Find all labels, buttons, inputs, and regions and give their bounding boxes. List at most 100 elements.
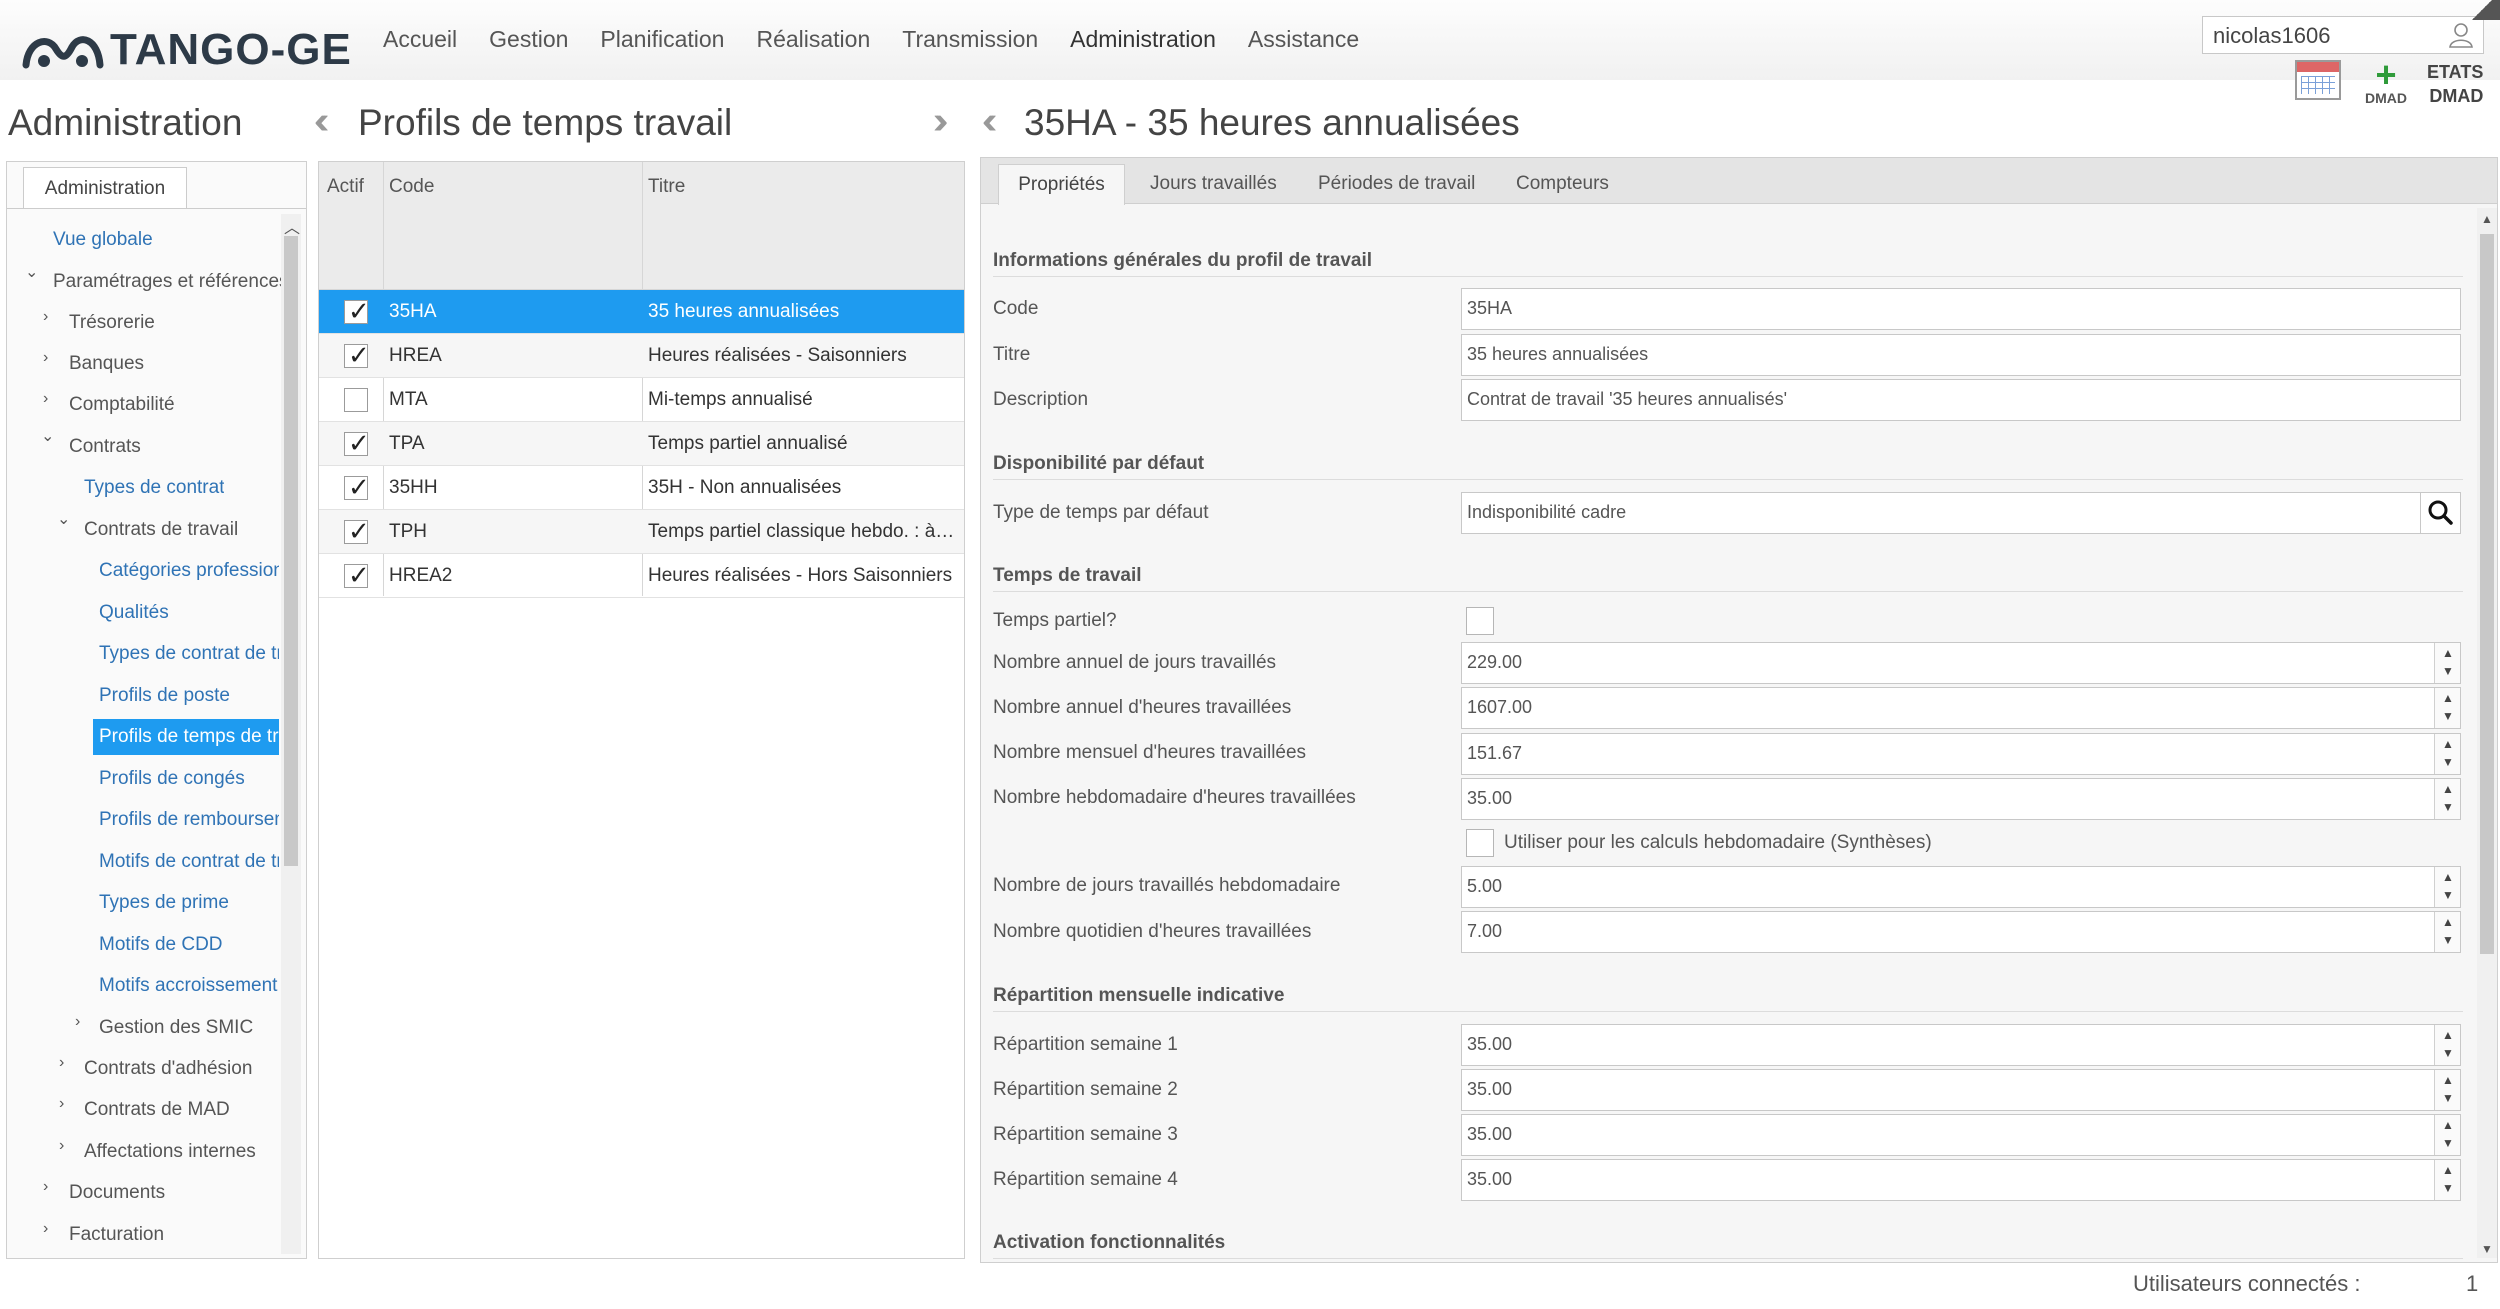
number-stepper[interactable]: ▲ ▼ — [2434, 1115, 2460, 1155]
type-temps-search-button[interactable] — [2420, 493, 2460, 533]
chevron-right-icon[interactable]: › — [43, 1220, 48, 1238]
chevron-right-icon[interactable]: › — [43, 1178, 48, 1196]
user-menu[interactable]: nicolas1606 — [2202, 16, 2484, 54]
tab-jours-travailles[interactable]: Jours travaillés — [1150, 164, 1277, 205]
semaine3-field[interactable]: 35.00 ▲ ▼ — [1461, 1114, 2461, 1156]
tree-contrats-mad[interactable]: Contrats de MAD — [84, 1092, 230, 1128]
menu-gestion[interactable]: Gestion — [489, 26, 568, 53]
table-row[interactable]: ✓ 35HH 35H - Non annualisées — [319, 466, 964, 510]
actif-checkbox[interactable]: ✓ — [344, 560, 370, 590]
tree-parametrages[interactable]: Paramétrages et références — [53, 264, 281, 300]
chevron-down-icon[interactable]: ⌄ — [25, 262, 38, 282]
number-stepper[interactable]: ▲ ▼ — [2434, 1025, 2460, 1065]
table-row[interactable]: ✓ HREA Heures réalisées - Saisonniers — [319, 334, 964, 378]
number-stepper[interactable]: ▲ ▼ — [2434, 1070, 2460, 1110]
menu-realisation[interactable]: Réalisation — [756, 26, 870, 53]
description-field[interactable]: Contrat de travail '35 heures annualisés… — [1461, 379, 2461, 421]
tree-types-prime[interactable]: Types de prime — [99, 885, 229, 921]
tree-profils-remboursement[interactable]: Profils de remboursement — [99, 802, 279, 838]
code-field[interactable]: 35HA — [1461, 288, 2461, 330]
number-stepper[interactable]: ▲ ▼ — [2434, 643, 2460, 683]
scroll-thumb[interactable] — [284, 236, 298, 866]
add-dmad-button[interactable]: + DMAD — [2357, 57, 2415, 107]
number-stepper[interactable]: ▲ ▼ — [2434, 867, 2460, 907]
tree-profils-temps-travail[interactable]: Profils de temps de travail — [93, 719, 279, 755]
tab-administration[interactable]: Administration — [23, 167, 187, 209]
number-stepper[interactable]: ▲ ▼ — [2434, 688, 2460, 728]
table-row[interactable]: ✓ TPH Temps partiel classique hebdo. : à… — [319, 510, 964, 554]
actif-checkbox[interactable]: ✓ — [344, 428, 370, 458]
menu-accueil[interactable]: Accueil — [383, 26, 457, 53]
semaine1-field[interactable]: 35.00 ▲ ▼ — [1461, 1024, 2461, 1066]
chevron-right-icon[interactable]: › — [43, 390, 48, 408]
tree-tresorerie[interactable]: Trésorerie — [69, 305, 155, 341]
actif-checkbox[interactable] — [344, 388, 368, 412]
chevron-right-icon[interactable]: › — [59, 1054, 64, 1072]
tree-affectations-internes[interactable]: Affectations internes — [84, 1134, 256, 1170]
chevron-right-icon[interactable]: › — [59, 1137, 64, 1155]
scroll-thumb[interactable] — [2480, 234, 2494, 954]
tree-facturation[interactable]: Facturation — [69, 1217, 164, 1253]
temps-partiel-checkbox[interactable] — [1466, 607, 1494, 635]
chevron-right-icon[interactable]: › — [43, 349, 48, 367]
type-temps-field[interactable]: Indisponibilité cadre — [1461, 492, 2461, 534]
tree-vue-globale[interactable]: Vue globale — [53, 222, 153, 258]
tree-types-contrat[interactable]: Types de contrat — [84, 470, 224, 506]
number-stepper[interactable]: ▲ ▼ — [2434, 734, 2460, 774]
app-logo[interactable]: TANGO-GE — [22, 22, 352, 78]
tree-contrats-travail[interactable]: Contrats de travail — [84, 512, 238, 548]
tree-motifs-cdd[interactable]: Motifs de CDD — [99, 927, 223, 963]
col-actif-header[interactable]: Actif — [327, 176, 364, 198]
tree-gestion-smic[interactable]: Gestion des SMIC — [99, 1010, 253, 1046]
chevron-right-icon[interactable]: › — [43, 308, 48, 326]
heures-mensuel-field[interactable]: 151.67 ▲ ▼ — [1461, 733, 2461, 775]
actif-checkbox[interactable]: ✓ — [344, 472, 370, 502]
scroll-up-icon[interactable]: ▲ — [2481, 212, 2493, 226]
tree-categories-pro[interactable]: Catégories professionnelles — [99, 553, 279, 589]
jours-hebdo-field[interactable]: 5.00 ▲ ▼ — [1461, 866, 2461, 908]
number-stepper[interactable]: ▲ ▼ — [2434, 912, 2460, 952]
tree-profils-poste[interactable]: Profils de poste — [99, 678, 230, 714]
table-row[interactable]: ✓ TPA Temps partiel annualisé — [319, 422, 964, 466]
table-row[interactable]: MTA Mi-temps annualisé — [319, 378, 964, 422]
number-stepper[interactable]: ▲ ▼ — [2434, 1160, 2460, 1200]
heures-annuel-field[interactable]: 1607.00 ▲ ▼ — [1461, 687, 2461, 729]
chevron-down-icon[interactable]: ⌄ — [41, 426, 54, 446]
heures-quotidien-field[interactable]: 7.00 ▲ ▼ — [1461, 911, 2461, 953]
actif-checkbox[interactable]: ✓ — [344, 340, 370, 370]
chevron-down-icon[interactable]: ⌄ — [57, 509, 70, 529]
etats-dmad-button[interactable]: ETATS DMAD — [2427, 60, 2483, 108]
actif-checkbox[interactable]: ✓ — [344, 516, 370, 546]
scroll-up-icon[interactable]: ︿ — [284, 214, 300, 238]
tree-qualites[interactable]: Qualités — [99, 595, 169, 631]
tree-contrats-adhesion[interactable]: Contrats d'adhésion — [84, 1051, 252, 1087]
scroll-down-icon[interactable]: ﹀ — [284, 1258, 300, 1259]
tree-contrats[interactable]: Contrats — [69, 429, 141, 465]
tree-motifs-accroissement[interactable]: Motifs accroissement — [99, 968, 279, 1004]
collapse-left-icon[interactable]: ‹‹ — [314, 100, 330, 143]
menu-administration[interactable]: Administration — [1070, 26, 1216, 53]
left-scrollbar[interactable]: ︿ ﹀ — [281, 214, 301, 1254]
scroll-down-icon[interactable]: ▼ — [2481, 1242, 2493, 1256]
semaine4-field[interactable]: 35.00 ▲ ▼ — [1461, 1159, 2461, 1201]
tab-periodes-travail[interactable]: Périodes de travail — [1318, 164, 1475, 205]
tab-proprietes[interactable]: Propriétés — [998, 164, 1125, 205]
col-code-header[interactable]: Code — [389, 176, 434, 198]
expand-mid-icon[interactable]: ›› — [933, 100, 949, 143]
menu-planification[interactable]: Planification — [600, 26, 724, 53]
number-stepper[interactable]: ▲ ▼ — [2434, 779, 2460, 819]
menu-transmission[interactable]: Transmission — [902, 26, 1038, 53]
chevron-right-icon[interactable]: › — [75, 1013, 80, 1031]
col-titre-header[interactable]: Titre — [648, 176, 685, 198]
heures-hebdo-field[interactable]: 35.00 ▲ ▼ — [1461, 778, 2461, 820]
titre-field[interactable]: 35 heures annualisées — [1461, 334, 2461, 376]
actif-checkbox[interactable]: ✓ — [344, 296, 370, 326]
tree-profils-conges[interactable]: Profils de congés — [99, 761, 245, 797]
chevron-right-icon[interactable]: › — [59, 1095, 64, 1113]
tree-comptabilite[interactable]: Comptabilité — [69, 387, 175, 423]
menu-assistance[interactable]: Assistance — [1248, 26, 1359, 53]
utiliser-calculs-checkbox[interactable] — [1466, 829, 1494, 857]
table-row[interactable]: ✓ 35HA 35 heures annualisées — [319, 290, 964, 334]
tab-compteurs[interactable]: Compteurs — [1516, 164, 1609, 205]
tree-documents[interactable]: Documents — [69, 1175, 165, 1211]
